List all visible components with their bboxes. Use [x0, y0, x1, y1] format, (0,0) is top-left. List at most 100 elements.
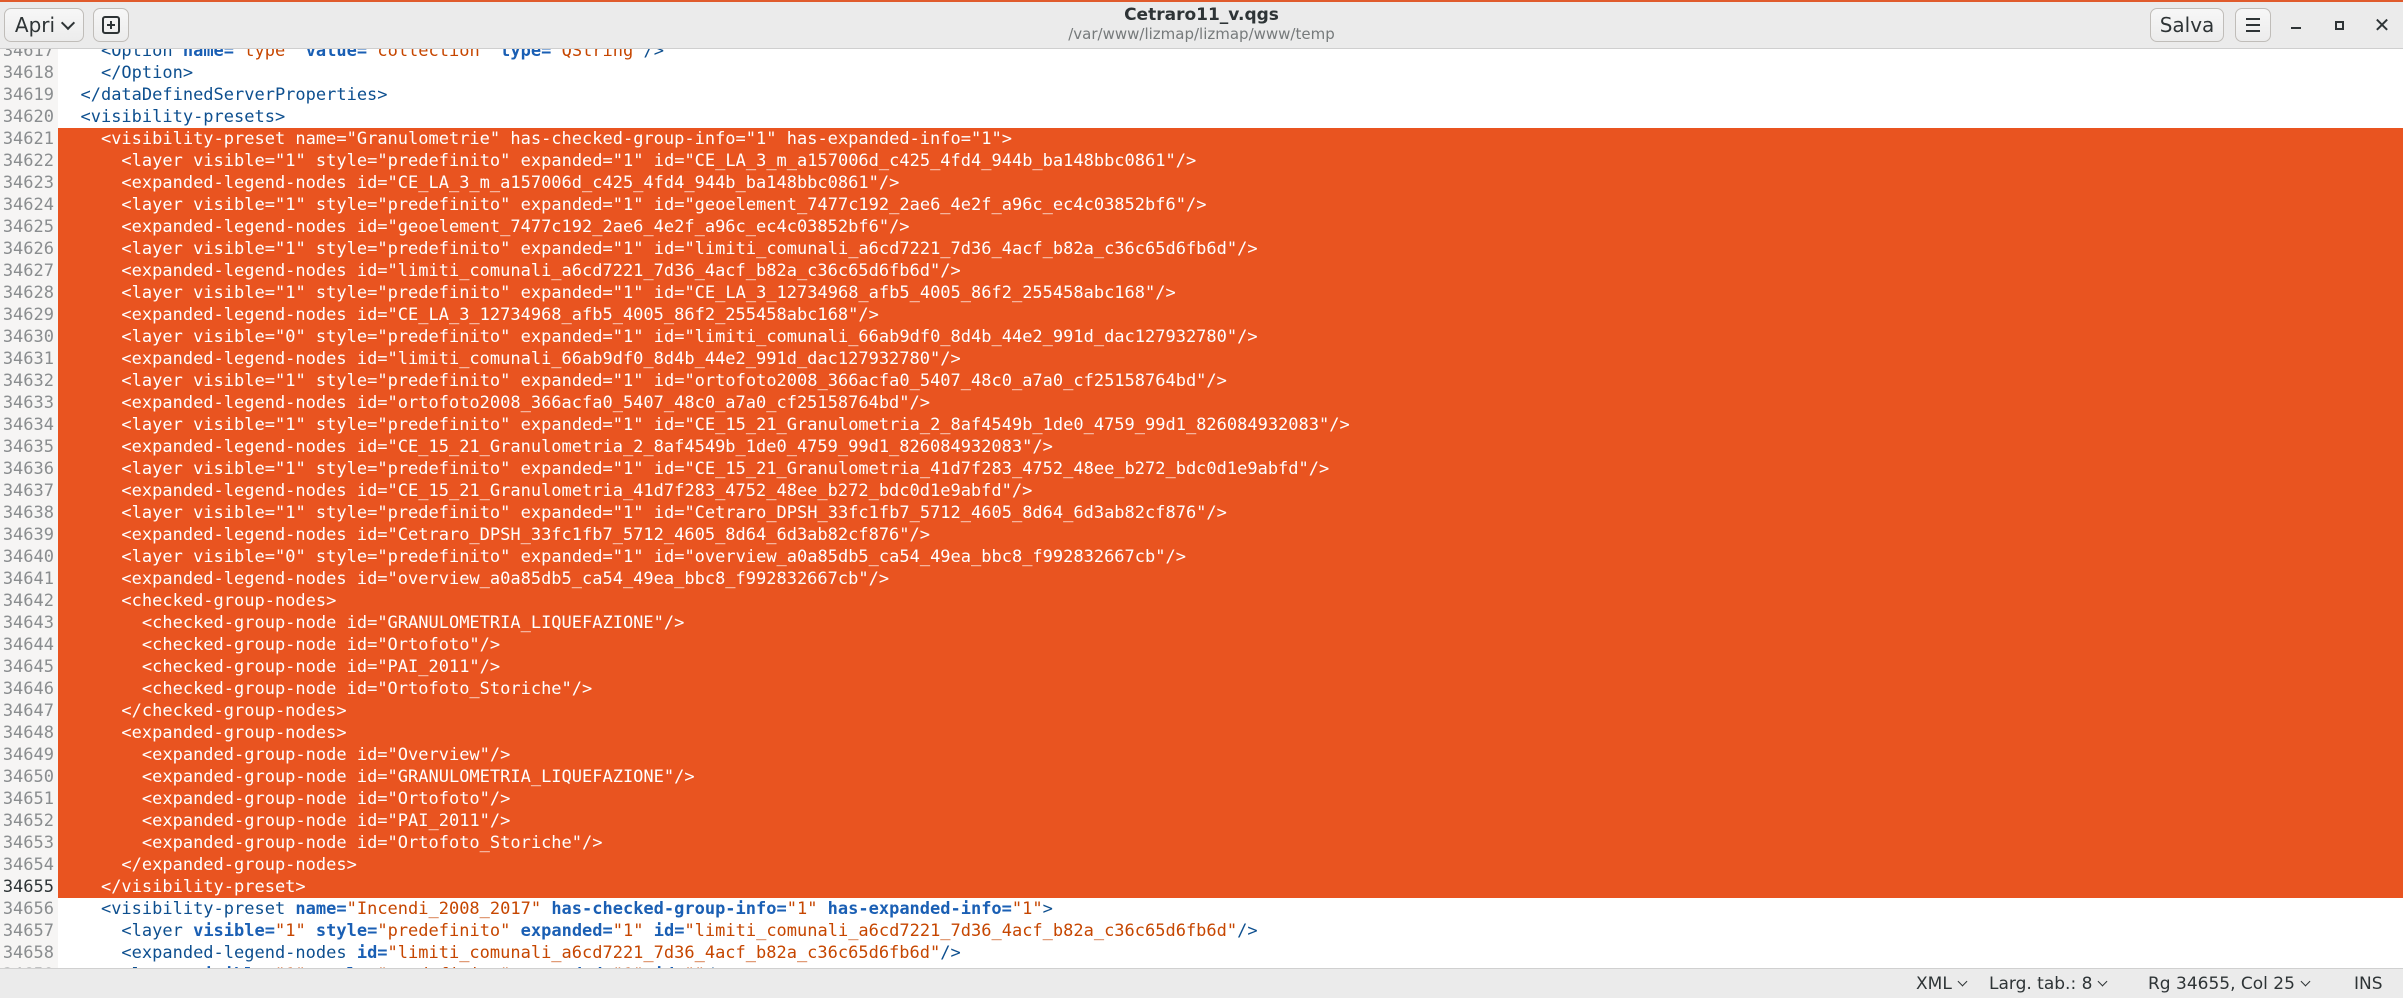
- line-number: 34621: [0, 128, 58, 150]
- cursor-position-selector[interactable]: Rg 34655, Col 25: [2148, 969, 2311, 999]
- code-line[interactable]: 34658 <expanded-legend-nodes id="limiti_…: [0, 942, 2403, 964]
- code-token-attr: expanded=: [520, 151, 613, 171]
- code-token-val: "predefinito": [377, 503, 521, 523]
- code-line[interactable]: 34635 <expanded-legend-nodes id="CE_15_2…: [0, 436, 2403, 458]
- code-token-tag: <visibility-preset: [100, 899, 296, 919]
- code-line[interactable]: 34624 <layer visible="1" style="predefin…: [0, 194, 2403, 216]
- code-token-attr: type=: [500, 49, 552, 61]
- code-line[interactable]: 34620 <visibility-presets>: [0, 106, 2403, 128]
- code-token-val: "Incendi_2008_2017": [346, 899, 552, 919]
- code-line[interactable]: 34639 <expanded-legend-nodes id="Cetraro…: [0, 524, 2403, 546]
- code-line[interactable]: 34628 <layer visible="1" style="predefin…: [0, 282, 2403, 304]
- code-line[interactable]: 34632 <layer visible="1" style="predefin…: [0, 370, 2403, 392]
- code-token-attr: id=: [653, 327, 685, 347]
- open-button[interactable]: Apri: [4, 8, 84, 42]
- code-token-val: "Cetraro_DPSH_33fc1fb7_5712_4605_8d64_6d…: [387, 525, 910, 545]
- code-line[interactable]: 34650 <expanded-group-node id="GRANULOME…: [0, 766, 2403, 788]
- line-number: 34623: [0, 172, 58, 194]
- code-line[interactable]: 34651 <expanded-group-node id="Ortofoto"…: [0, 788, 2403, 810]
- code-line[interactable]: 34619 </dataDefinedServerProperties>: [0, 84, 2403, 106]
- code-line[interactable]: 34652 <expanded-group-node id="PAI_2011"…: [0, 810, 2403, 832]
- new-tab-button[interactable]: [93, 8, 129, 42]
- line-number: 34636: [0, 458, 58, 480]
- code-line[interactable]: 34653 <expanded-group-node id="Ortofoto_…: [0, 832, 2403, 854]
- code-token-val: "limiti_comunali_a6cd7221_7d36_4acf_b82a…: [387, 943, 941, 963]
- code-token-attr: id=: [356, 217, 388, 237]
- code-token-attr: expanded=: [520, 503, 613, 523]
- code-line[interactable]: 34625 <expanded-legend-nodes id="geoelem…: [0, 216, 2403, 238]
- code-line[interactable]: 34630 <layer visible="0" style="predefin…: [0, 326, 2403, 348]
- line-number: 34637: [0, 480, 58, 502]
- code-token-tag: />: [1032, 437, 1053, 457]
- code-text: <checked-group-node id="Ortofoto_Storich…: [58, 678, 2403, 700]
- code-token-tag: />: [889, 217, 910, 237]
- code-line[interactable]: 34627 <expanded-legend-nodes id="limiti_…: [0, 260, 2403, 282]
- tab-width-selector[interactable]: Larg. tab.: 8: [1989, 969, 2108, 999]
- code-line[interactable]: 34631 <expanded-legend-nodes id="limiti_…: [0, 348, 2403, 370]
- code-token-tag: />: [1175, 151, 1197, 171]
- code-token-tag: />: [940, 349, 961, 369]
- code-line[interactable]: 34649 <expanded-group-node id="Overview"…: [0, 744, 2403, 766]
- code-line[interactable]: 34618 </Option>: [0, 62, 2403, 84]
- code-line[interactable]: 34634 <layer visible="1" style="predefin…: [0, 414, 2403, 436]
- main-menu-button[interactable]: [2235, 8, 2271, 42]
- code-line[interactable]: 34648 <expanded-group-nodes>: [0, 722, 2403, 744]
- code-token-attr: id=: [356, 569, 388, 589]
- code-line[interactable]: 34642 <checked-group-nodes>: [0, 590, 2403, 612]
- code-token-tag: <expanded-legend-nodes: [121, 305, 357, 325]
- code-line[interactable]: 34629 <expanded-legend-nodes id="CE_LA_3…: [0, 304, 2403, 326]
- code-line[interactable]: 34657 <layer visible="1" style="predefin…: [0, 920, 2403, 942]
- minimize-button[interactable]: [2283, 12, 2309, 38]
- code-token-attr: visible=: [193, 327, 275, 347]
- code-line[interactable]: 34646 <checked-group-node id="Ortofoto_S…: [0, 678, 2403, 700]
- code-token-val: "0": [274, 547, 316, 567]
- code-token-attr: id=: [356, 349, 388, 369]
- code-line[interactable]: 34626 <layer visible="1" style="predefin…: [0, 238, 2403, 260]
- line-number: 34656: [0, 898, 58, 920]
- code-text: <expanded-legend-nodes id="CE_LA_3_12734…: [58, 304, 2403, 326]
- maximize-button[interactable]: [2326, 12, 2352, 38]
- tab-width-label: Larg. tab.: 8: [1989, 974, 2093, 994]
- code-token-attr: expanded=: [520, 459, 613, 479]
- window-accent-line: [0, 0, 2403, 2]
- code-line[interactable]: 34641 <expanded-legend-nodes id="overvie…: [0, 568, 2403, 590]
- code-text: <expanded-legend-nodes id="overview_a0a8…: [58, 568, 2403, 590]
- code-line[interactable]: 34617 <Option name="type" value="collect…: [0, 49, 2403, 62]
- code-token-val: "Granulometrie": [346, 129, 511, 149]
- code-line[interactable]: 34643 <checked-group-node id="GRANULOMET…: [0, 612, 2403, 634]
- close-button[interactable]: ✕: [2369, 12, 2395, 38]
- code-token-val: "CE_LA_3_m_a157006d_c425_4fd4_944b_ba148…: [387, 173, 879, 193]
- code-line[interactable]: 34633 <expanded-legend-nodes id="ortofot…: [0, 392, 2403, 414]
- code-token-val: "Ortofoto": [387, 789, 490, 809]
- code-line[interactable]: 34647 </checked-group-nodes>: [0, 700, 2403, 722]
- save-button[interactable]: Salva: [2150, 8, 2224, 42]
- status-bar: XML Larg. tab.: 8 Rg 34655, Col 25 INS: [0, 968, 2403, 998]
- code-token-tag: />: [909, 393, 931, 413]
- code-line[interactable]: 34645 <checked-group-node id="PAI_2011"/…: [0, 656, 2403, 678]
- code-line[interactable]: 34636 <layer visible="1" style="predefin…: [0, 458, 2403, 480]
- code-line[interactable]: 34622 <layer visible="1" style="predefin…: [0, 150, 2403, 172]
- code-token-tag: />: [489, 789, 511, 809]
- code-token-tag: </dataDefinedServerProperties>: [80, 85, 388, 105]
- code-line[interactable]: 34638 <layer visible="1" style="predefin…: [0, 502, 2403, 524]
- code-token-attr: id=: [346, 613, 378, 633]
- code-line[interactable]: 34623 <expanded-legend-nodes id="CE_LA_3…: [0, 172, 2403, 194]
- code-token-attr: visible=: [193, 283, 275, 303]
- code-token-tag: <expanded-legend-nodes: [121, 569, 357, 589]
- code-token-attr: style=: [315, 459, 378, 479]
- code-line[interactable]: 34656 <visibility-preset name="Incendi_2…: [0, 898, 2403, 920]
- code-line[interactable]: 34621 <visibility-preset name="Granulome…: [0, 128, 2403, 150]
- text-editor[interactable]: 34617 <Option name="type" value="collect…: [0, 49, 2403, 968]
- line-number: 34647: [0, 700, 58, 722]
- code-line[interactable]: 34637 <expanded-legend-nodes id="CE_15_2…: [0, 480, 2403, 502]
- code-line[interactable]: 34655 </visibility-preset>: [0, 876, 2403, 898]
- code-line[interactable]: 34640 <layer visible="0" style="predefin…: [0, 546, 2403, 568]
- code-line[interactable]: 34654 </expanded-group-nodes>: [0, 854, 2403, 876]
- language-selector[interactable]: XML: [1916, 969, 1968, 999]
- code-lines[interactable]: 34617 <Option name="type" value="collect…: [0, 49, 2403, 968]
- code-line[interactable]: 34644 <checked-group-node id="Ortofoto"/…: [0, 634, 2403, 656]
